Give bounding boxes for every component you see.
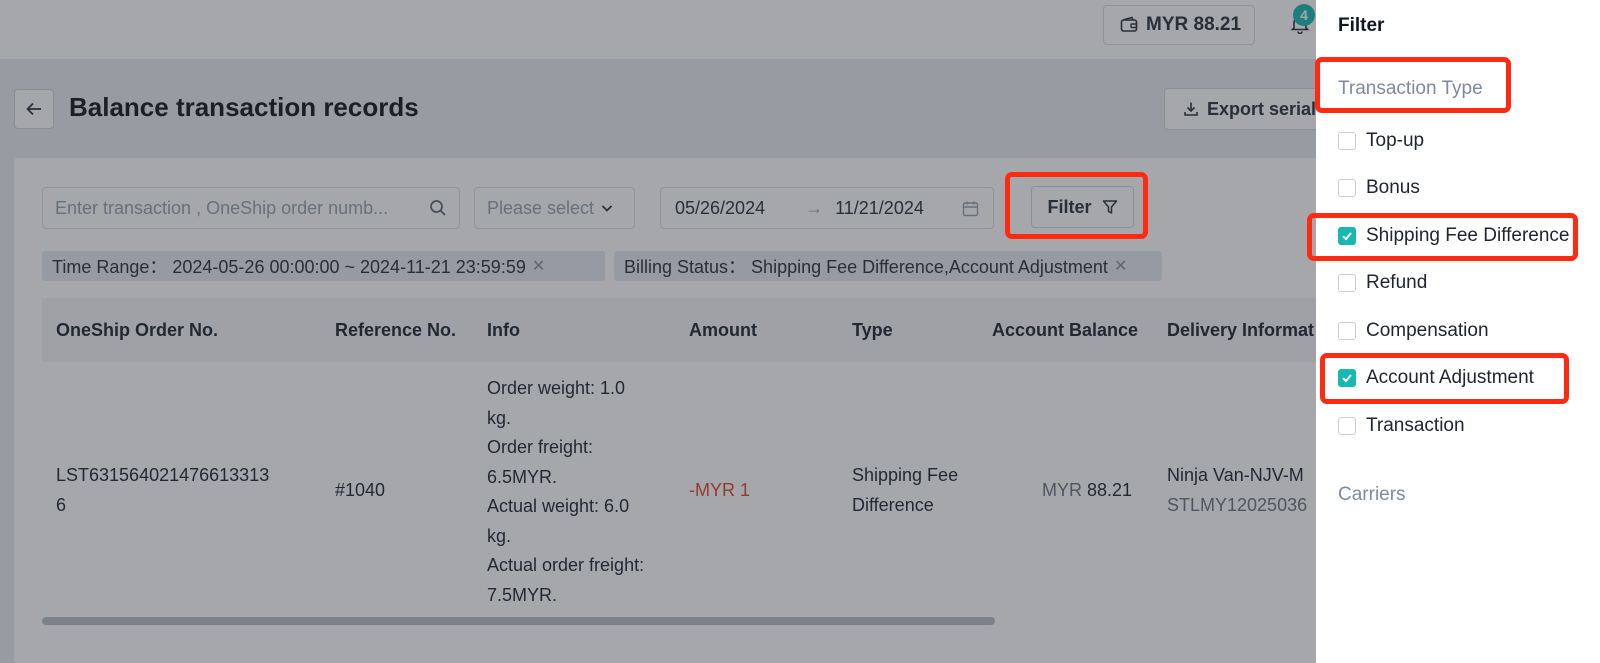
modal-overlay[interactable] xyxy=(0,0,1316,663)
option-compensation[interactable]: Compensation xyxy=(1338,320,1489,342)
checkbox[interactable] xyxy=(1338,322,1356,340)
option-top-up[interactable]: Top-up xyxy=(1338,130,1424,152)
checkbox[interactable] xyxy=(1338,274,1356,292)
checkbox[interactable] xyxy=(1338,179,1356,197)
drawer-title: Filter xyxy=(1338,15,1385,36)
option-refund[interactable]: Refund xyxy=(1338,272,1427,294)
checkbox-checked[interactable] xyxy=(1338,369,1356,387)
option-transaction[interactable]: Transaction xyxy=(1338,415,1465,437)
option-shipping-fee-difference[interactable]: Shipping Fee Difference xyxy=(1338,225,1570,247)
checkbox-checked[interactable] xyxy=(1338,227,1356,245)
checkbox[interactable] xyxy=(1338,132,1356,150)
check-icon xyxy=(1342,232,1352,241)
checkbox[interactable] xyxy=(1338,417,1356,435)
transaction-type-label: Transaction Type xyxy=(1338,78,1483,99)
option-account-adjustment[interactable]: Account Adjustment xyxy=(1338,367,1534,389)
carriers-label: Carriers xyxy=(1338,484,1406,505)
check-icon xyxy=(1342,374,1352,383)
option-bonus[interactable]: Bonus xyxy=(1338,177,1420,199)
